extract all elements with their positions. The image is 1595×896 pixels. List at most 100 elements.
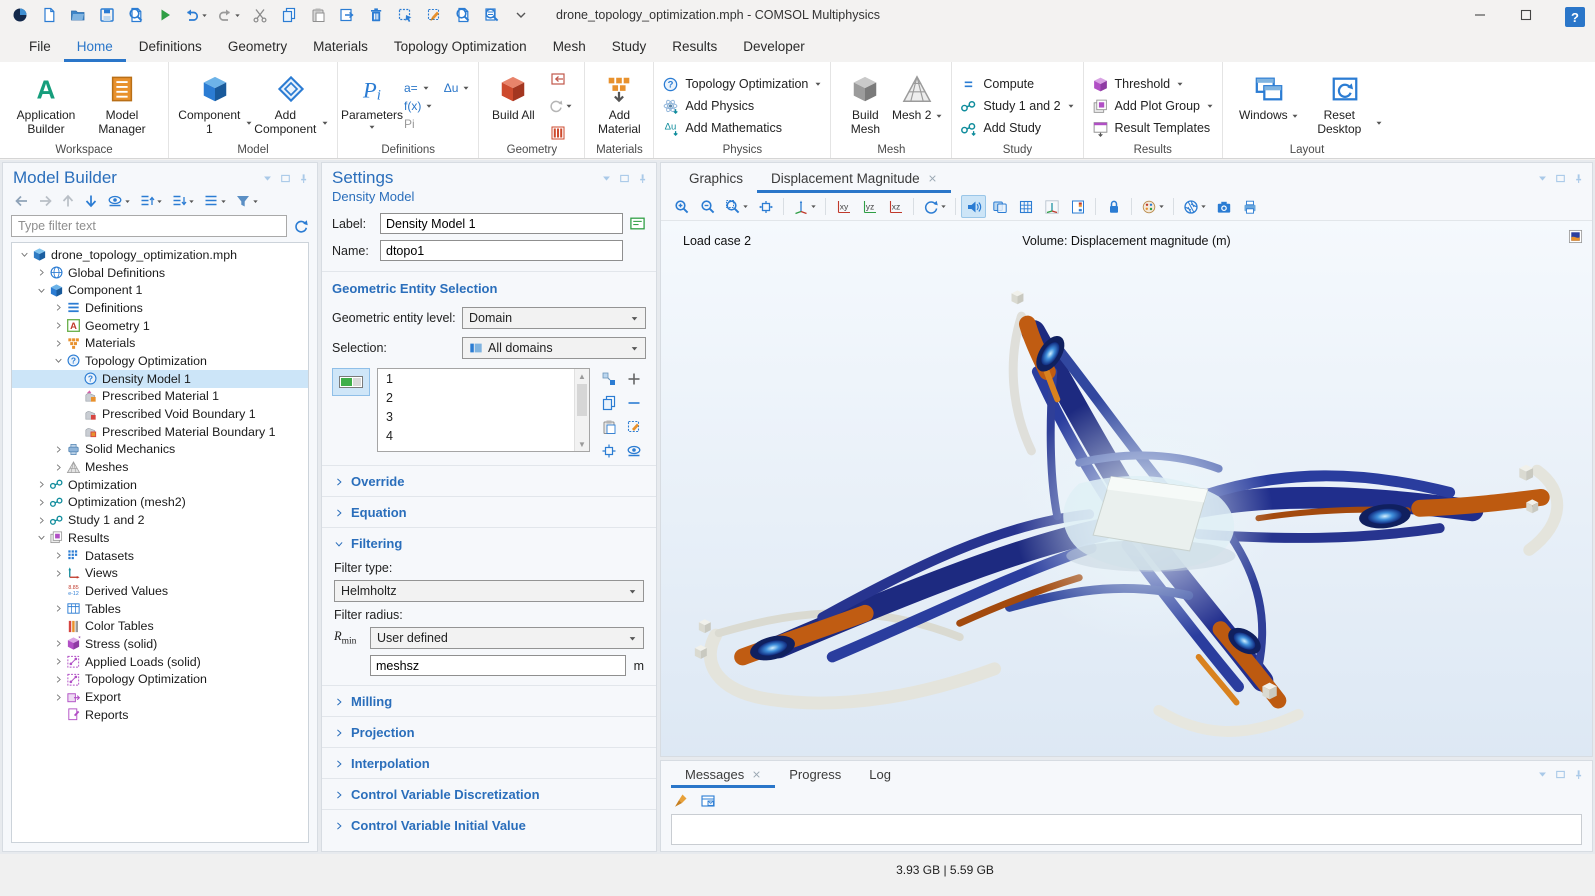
tree-item-solid-mechanics[interactable]: Solid Mechanics [12, 441, 308, 459]
toolbar-caret-button[interactable] [507, 3, 534, 27]
add-physics-button[interactable]: Add Physics [662, 98, 822, 115]
filter-radius-input[interactable] [370, 655, 626, 676]
filter-funnel-button[interactable] [231, 191, 262, 211]
add-component-button[interactable]: Add Component [253, 70, 329, 136]
duplicate-button[interactable] [333, 3, 360, 27]
win-max-button[interactable] [1503, 0, 1549, 30]
functions-button[interactable]: f(x) [404, 99, 470, 113]
tree-item-component-1[interactable]: Component 1 [12, 281, 308, 299]
tree-expander-icon[interactable] [52, 356, 65, 365]
add-mathematics-button[interactable]: ΔuAdd Mathematics [662, 120, 822, 137]
menu-item-results[interactable]: Results [659, 30, 730, 62]
tree-item-optimization-mesh2-[interactable]: Optimization (mesh2) [12, 494, 308, 512]
tree-item-study-1-and-2[interactable]: Study 1 and 2 [12, 511, 308, 529]
save-preview-button[interactable] [122, 3, 149, 27]
shutter-button[interactable] [1179, 195, 1210, 218]
component-1-button[interactable]: Component 1 [177, 70, 253, 136]
import-button[interactable] [545, 68, 570, 91]
copy-button[interactable] [275, 3, 302, 27]
tree-expander-icon[interactable] [52, 639, 65, 648]
section-milling[interactable]: Milling [322, 685, 656, 716]
tab-log[interactable]: Log [855, 761, 905, 788]
move-up-button[interactable] [57, 191, 79, 211]
tree-item-geometry-1[interactable]: AGeometry 1 [12, 317, 308, 335]
save-button[interactable] [93, 3, 120, 27]
close-icon[interactable] [752, 770, 761, 779]
selection-dropdown[interactable]: All domains [462, 337, 646, 359]
topology-optimization-button[interactable]: ?Topology Optimization [662, 76, 822, 93]
view-yz-button[interactable]: yz [857, 195, 882, 218]
zoom-box-button[interactable] [721, 195, 752, 218]
broom-button[interactable] [669, 790, 693, 811]
select-frame-button[interactable] [391, 3, 418, 27]
panel-float-icon[interactable] [280, 173, 291, 184]
forward-button[interactable] [34, 191, 56, 211]
panel-menu-icon[interactable] [1537, 173, 1548, 184]
entity-level-dropdown[interactable]: Domain [462, 307, 646, 329]
tree-item-definitions[interactable]: Definitions [12, 299, 308, 317]
tree-expander-icon[interactable] [35, 498, 48, 507]
selection-list-item[interactable]: 4 [378, 426, 589, 445]
panel-pin-icon[interactable] [1573, 769, 1584, 780]
tree-expander-icon[interactable] [52, 339, 65, 348]
windows-button[interactable]: Windows [1231, 70, 1307, 123]
build-all-button[interactable]: Build All [487, 70, 539, 123]
tree-item-meshes[interactable]: Meshes [12, 458, 308, 476]
tree-item-results[interactable]: Results [12, 529, 308, 547]
tree-expander-icon[interactable] [35, 533, 48, 542]
tree-item-color-tables[interactable]: Color Tables [12, 617, 308, 635]
zoom-selection-button[interactable] [597, 440, 621, 462]
parameters-button[interactable]: Pi Parameters [346, 70, 398, 131]
compute-button[interactable]: =Compute [960, 76, 1074, 93]
comsol-logo-button[interactable] [6, 3, 33, 27]
tree-item-prescribed-void-boundary-1[interactable]: Prescribed Void Boundary 1 [12, 405, 308, 423]
tree-filter-input[interactable] [11, 215, 287, 237]
selection-list[interactable]: 1234 ▲ ▼ [377, 368, 590, 452]
help-button[interactable]: ? [1565, 7, 1585, 27]
view-xy-button[interactable]: xy [831, 195, 856, 218]
result-templates-button[interactable]: Result Templates [1092, 120, 1214, 137]
panel-float-icon[interactable] [1555, 769, 1566, 780]
zoom-extents-button[interactable] [753, 195, 778, 218]
expand-all-button[interactable] [167, 191, 198, 211]
model-manager-button[interactable]: Model Manager [84, 70, 160, 136]
move-down-button[interactable] [80, 191, 102, 211]
tree-item-views[interactable]: Views [12, 564, 308, 582]
tree-expander-icon[interactable] [18, 250, 31, 259]
hide-sel-button[interactable] [622, 440, 646, 462]
plot-thumbnail-icon[interactable] [1568, 229, 1583, 244]
palette-button[interactable] [1137, 195, 1168, 218]
tab-progress[interactable]: Progress [775, 761, 855, 788]
menu-item-topology-optimization[interactable]: Topology Optimization [381, 30, 540, 62]
filter-radius-mode-dropdown[interactable]: User defined [370, 627, 644, 649]
virtual-operations-button[interactable] [545, 122, 570, 145]
grid-button[interactable] [1013, 195, 1038, 218]
new-file-button[interactable] [35, 3, 62, 27]
create-selection-button[interactable] [597, 368, 621, 390]
name-field[interactable] [380, 240, 623, 261]
zoom-in-button[interactable] [669, 195, 694, 218]
tree-expander-icon[interactable] [35, 286, 48, 295]
study-1-and-2-button[interactable]: Study 1 and 2 [960, 98, 1074, 115]
section-override[interactable]: Override [322, 465, 656, 496]
add-material-button[interactable]: Add Material [593, 70, 645, 136]
view-xz-button[interactable]: xz [883, 195, 908, 218]
camera-button[interactable] [1211, 195, 1236, 218]
tree-item-derived-values[interactable]: 8.85e-12Derived Values [12, 582, 308, 600]
application-builder-button[interactable]: A Application Builder [8, 70, 84, 136]
menu-item-materials[interactable]: Materials [300, 30, 381, 62]
tree-item-datasets[interactable]: Datasets [12, 547, 308, 565]
tree-expander-icon[interactable] [52, 445, 65, 454]
section-control-variable-discretization[interactable]: Control Variable Discretization [322, 778, 656, 809]
tree-item-reports[interactable]: Reports [12, 706, 308, 724]
table-mail-button[interactable] [696, 790, 720, 811]
scrollbar-thumb[interactable] [577, 384, 587, 416]
threshold-button[interactable]: Threshold [1092, 76, 1214, 93]
tree-expander-icon[interactable] [35, 268, 48, 277]
tree-item-export[interactable]: Export [12, 688, 308, 706]
tree-expander-icon[interactable] [35, 516, 48, 525]
messages-output[interactable] [671, 814, 1582, 845]
section-filtering[interactable]: Filtering [322, 527, 656, 558]
tree-expander-icon[interactable] [52, 463, 65, 472]
panel-menu-icon[interactable] [1537, 769, 1548, 780]
